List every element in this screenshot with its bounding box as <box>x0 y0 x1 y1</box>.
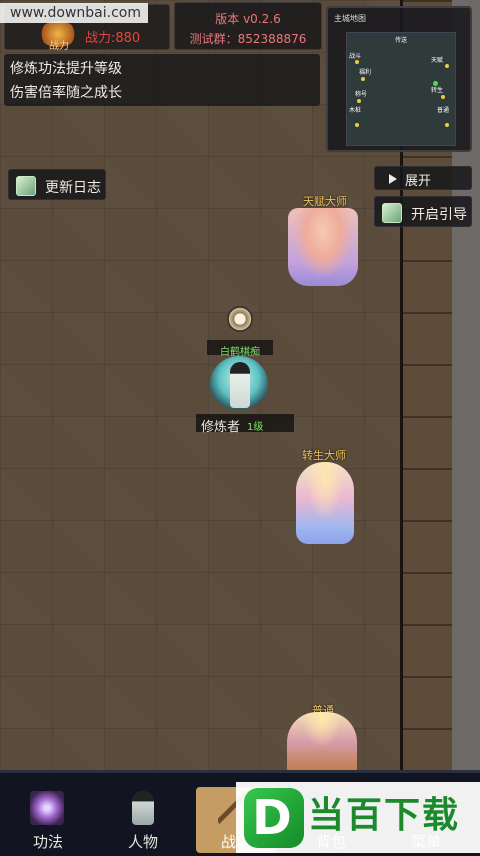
normal-npc-building[interactable] <box>287 712 357 770</box>
minimap-label: 传送 <box>395 37 408 44</box>
logo-letter: D <box>252 790 292 846</box>
logo-mark-icon: D <box>244 788 304 848</box>
jade-icon <box>382 203 402 223</box>
minimap-marker <box>355 123 359 127</box>
minimap[interactable]: 主城地图 传送 战斗 天赋 福利 转生 称号 木桩 普通 <box>326 6 472 152</box>
minimap-label: 称号 <box>355 91 368 98</box>
tip-panel: 修炼功法提升等级 伤害倍率随之成长 <box>4 54 320 106</box>
minimap-marker <box>445 64 449 68</box>
minimap-marker <box>355 60 359 64</box>
downbai-logo-watermark: D 当百下载 <box>236 782 480 853</box>
character-icon <box>132 791 154 825</box>
open-guide-button[interactable]: 开启引导 <box>374 196 472 227</box>
jade-icon <box>16 176 36 196</box>
version-panel: 版本 v0.2.6 测试群：852388876 <box>174 2 322 50</box>
play-triangle-icon <box>389 174 397 184</box>
rebirth-master-building[interactable] <box>296 462 354 544</box>
update-log-button[interactable]: 更新日志 <box>8 169 106 200</box>
minimap-label: 木桩 <box>349 107 362 114</box>
tip-line: 修炼功法提升等级 <box>10 61 122 77</box>
scroll-book-icon <box>30 791 64 825</box>
minimap-marker <box>361 77 365 81</box>
minimap-label: 转生 <box>431 87 444 94</box>
minimap-label: 天赋 <box>431 57 444 64</box>
minimap-marker <box>445 123 449 127</box>
rebirth-master-label: 转生大师 <box>302 449 346 462</box>
talent-master-label: 天赋大师 <box>303 195 347 208</box>
minimap-marker <box>357 99 361 103</box>
minimap-label: 战斗 <box>349 53 362 60</box>
test-group-text: 测试群：852388876 <box>189 32 307 46</box>
player-character[interactable] <box>230 362 250 408</box>
guild-name-bar: 白鹤棋痴 <box>207 340 273 358</box>
guild-emblem-icon <box>227 306 253 332</box>
open-guide-label: 开启引导 <box>411 207 467 223</box>
expand-button[interactable]: 展开 <box>374 166 472 190</box>
player-level: 1级 <box>247 422 264 433</box>
minimap-marker <box>441 95 445 99</box>
power-value: 战力:880 <box>85 31 141 46</box>
expand-label: 展开 <box>405 174 432 189</box>
update-log-label: 更新日志 <box>45 180 101 196</box>
tab-label: 人物 <box>127 833 158 851</box>
logo-text: 当百下载 <box>308 795 461 836</box>
minimap-label: 福利 <box>359 69 372 76</box>
talent-master-building[interactable] <box>288 208 358 286</box>
minimap-title: 主城地图 <box>334 14 366 23</box>
player-nameplate: 修炼者 1级 <box>196 414 294 435</box>
tab-gongfa[interactable]: 功法 <box>8 787 88 853</box>
tip-line: 伤害倍率随之成长 <box>10 85 122 101</box>
site-watermark: www.downbai.com <box>0 3 148 23</box>
minimap-area[interactable]: 传送 战斗 天赋 福利 转生 称号 木桩 普通 <box>346 32 456 146</box>
power-label: 战力 <box>49 41 69 52</box>
version-text: 版本 v0.2.6 <box>215 12 281 26</box>
tab-renwu[interactable]: 人物 <box>103 787 183 853</box>
tab-label: 功法 <box>32 833 63 851</box>
player-name: 修炼者 <box>201 420 241 435</box>
minimap-label: 普通 <box>437 107 450 114</box>
